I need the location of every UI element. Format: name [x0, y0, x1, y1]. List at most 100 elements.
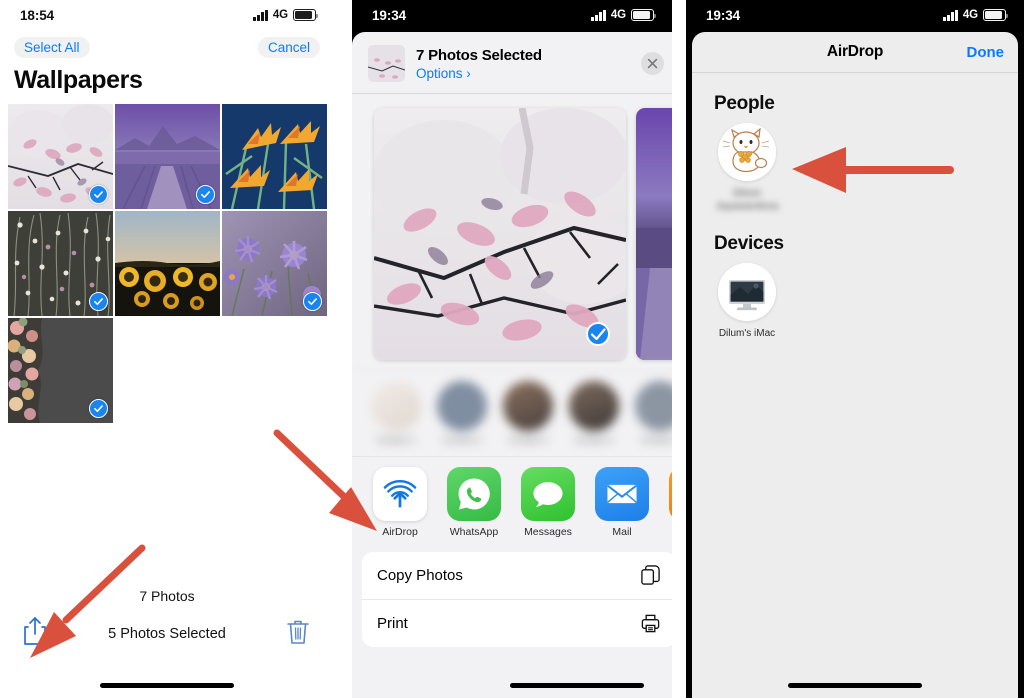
copy-icon [641, 565, 660, 586]
status-indicators: 4G [943, 9, 1009, 21]
picker-footer: 7 Photos 5 Photos Selected [0, 588, 334, 698]
airdrop-icon [383, 480, 417, 508]
share-sheet-title: 7 Photos Selected [416, 46, 542, 64]
share-button[interactable] [22, 616, 48, 646]
copy-photos-action[interactable]: Copy Photos [362, 552, 672, 599]
mail-app[interactable]: Mail [592, 467, 652, 538]
contact-suggestion[interactable]: Contact 4 [568, 381, 620, 446]
photo-thumbnail[interactable] [8, 318, 113, 423]
person-name: Dilum Jayawardena [715, 188, 779, 212]
device-name: Dilum's iMac [718, 328, 776, 339]
app-label: Mail [612, 526, 632, 539]
imac-icon [718, 263, 776, 321]
status-time: 18:54 [20, 7, 55, 23]
trash-icon [287, 620, 309, 644]
print-action[interactable]: Print [362, 599, 672, 647]
airdrop-navbar: AirDrop Done [692, 32, 1018, 73]
photo-thumbnail[interactable] [222, 104, 327, 209]
avatar [371, 381, 421, 431]
app-label: WhatsApp [449, 526, 499, 539]
contact-name: Contact 1 [376, 435, 416, 445]
preview-photo-card[interactable] [374, 108, 626, 360]
share-options-link[interactable]: Options › [416, 66, 630, 81]
app-label: B [666, 526, 672, 538]
photo-thumbnail[interactable] [8, 211, 113, 316]
airdrop-app[interactable]: AirDrop [370, 467, 430, 538]
contact-suggestion[interactable]: Contact 1 [370, 381, 422, 446]
lavender-field-preview [636, 108, 672, 360]
whatsapp-icon [458, 478, 490, 510]
delete-button[interactable] [286, 618, 310, 646]
page-title: Wallpapers [14, 66, 143, 94]
photo-thumbnail[interactable] [115, 211, 220, 316]
messages-app[interactable]: Messages [518, 467, 578, 538]
selected-checkmark [89, 185, 108, 204]
status-indicators: 4G [591, 9, 657, 21]
screenshot-root: 18:54 4G Select All Cancel Wallpapers 7 … [0, 0, 1024, 698]
select-all-button[interactable]: Select All [14, 36, 90, 58]
app-label: Messages [524, 526, 572, 539]
share-actions-list: Copy Photos Print [362, 552, 672, 648]
people-list: Dilum Jayawardena [692, 123, 1018, 213]
share-sheet-header: 7 Photos Selected Options › [352, 32, 672, 94]
close-icon [647, 58, 658, 69]
contact-suggestion[interactable]: Contact 2 [436, 381, 488, 446]
contact-suggestion[interactable]: Contact 3 [502, 381, 554, 446]
network-type-label: 4G [610, 9, 626, 21]
status-bar: 19:34 4G [686, 0, 1024, 30]
whatsapp-app[interactable]: WhatsApp [444, 467, 504, 538]
airdrop-device[interactable]: Dilum's iMac [714, 263, 780, 340]
status-time: 19:34 [372, 7, 407, 23]
photo-thumbnail[interactable] [222, 211, 327, 316]
avatar [437, 381, 487, 431]
share-apps-row: AirDrop WhatsApp Messages Mail [352, 456, 672, 545]
network-type-label: 4G [962, 9, 978, 21]
cellular-signal-icon [253, 9, 268, 21]
battery-icon [631, 9, 657, 21]
status-bar: 18:54 4G [0, 0, 334, 30]
selected-checkmark [196, 185, 215, 204]
cellular-signal-icon [943, 9, 958, 21]
phone-panel-share-sheet: 19:34 4G 7 Photos Selected Options › Con… [352, 0, 672, 698]
cancel-button[interactable]: Cancel [257, 36, 320, 58]
network-type-label: 4G [272, 9, 288, 21]
selected-checkmark [89, 399, 108, 418]
mail-icon [607, 485, 637, 504]
close-button[interactable] [641, 52, 664, 75]
devices-heading: Devices [714, 233, 784, 254]
preview-photo-card[interactable] [636, 108, 672, 360]
airdrop-person[interactable]: Dilum Jayawardena [714, 123, 780, 213]
cat-avatar-icon [718, 123, 776, 181]
app-label: AirDrop [382, 526, 418, 539]
device-avatar [718, 263, 776, 321]
airdrop-title: AirDrop [826, 43, 884, 60]
battery-icon [293, 9, 319, 21]
suggested-contacts-row: Contact 1 Contact 2 Contact 3 Contact 4 [352, 368, 672, 457]
home-indicator [788, 683, 922, 688]
books-app[interactable]: B [666, 467, 672, 538]
photo-thumbnail[interactable] [8, 104, 113, 209]
avatar [635, 381, 672, 431]
contact-name: Contact 2 [442, 435, 482, 445]
avatar [503, 381, 553, 431]
action-label: Copy Photos [377, 567, 463, 585]
status-indicators: 4G [253, 9, 319, 21]
contact-suggestion[interactable]: Contact 5 [634, 381, 672, 446]
printer-icon [641, 614, 660, 633]
contact-name: Contact 3 [508, 435, 548, 445]
people-heading: People [714, 93, 775, 114]
selected-checkmark [89, 292, 108, 311]
airdrop-sheet: AirDrop Done People Dilum Jayawardena De… [692, 32, 1018, 698]
devices-list: Dilum's iMac [692, 263, 1018, 340]
photo-thumbnail[interactable] [115, 104, 220, 209]
status-time: 19:34 [706, 7, 741, 23]
action-label: Print [377, 615, 408, 633]
picker-toolbar: Select All Cancel [0, 30, 334, 60]
status-bar: 19:34 4G [352, 0, 672, 30]
messages-icon [533, 482, 563, 508]
contact-name: Contact 5 [640, 435, 672, 445]
done-button[interactable]: Done [967, 44, 1005, 61]
selection-count-label: 5 Photos Selected [108, 626, 226, 642]
avatar [718, 123, 776, 181]
phone-panel-airdrop: 19:34 4G AirDrop Done People Dilum Jayaw… [686, 0, 1024, 698]
